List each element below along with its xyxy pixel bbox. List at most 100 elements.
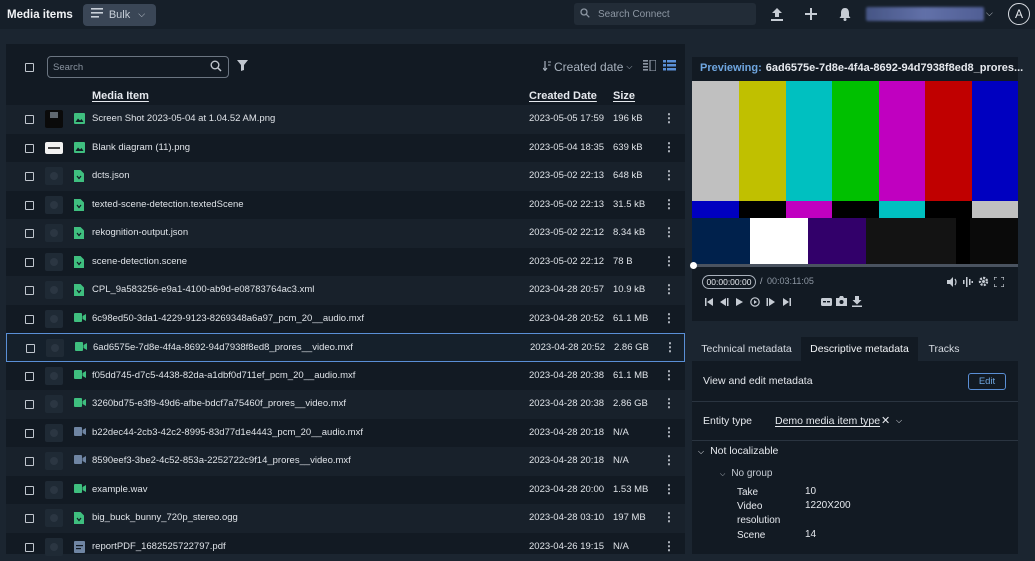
current-timecode[interactable]: 00:00:00:00 [702,275,756,289]
more-options-icon[interactable]: ⋮ [663,482,675,496]
global-search-input[interactable]: Search Connect [574,3,756,25]
more-options-icon[interactable]: ⋮ [664,340,676,354]
row-checkbox[interactable] [25,486,34,495]
table-row[interactable]: dcts.json2023-05-02 22:13648 kB⋮ [6,162,685,191]
column-header-size[interactable]: Size [613,90,635,102]
settings-icon[interactable] [978,276,989,289]
skip-to-start-icon[interactable] [705,298,713,308]
table-row[interactable]: big_buck_bunny_720p_stereo.ogg2023-04-28… [6,504,685,533]
row-checkbox[interactable] [25,144,34,153]
row-checkbox[interactable] [25,372,34,381]
list-search-input[interactable]: Search [47,56,229,78]
bulk-dropdown[interactable]: Bulk ⌵ [83,4,156,26]
skip-to-end-icon[interactable] [783,298,791,308]
fullscreen-icon[interactable] [994,277,1004,289]
audio-waveform-icon[interactable] [963,277,973,289]
more-options-icon[interactable]: ⋮ [663,168,675,182]
media-item-name[interactable]: big_buck_bunny_720p_stereo.ogg [92,512,238,523]
more-options-icon[interactable]: ⋮ [663,111,675,125]
chevron-down-icon[interactable]: ⌵ [986,8,993,19]
select-all-checkbox[interactable] [25,63,34,72]
media-item-name[interactable]: dcts.json [92,170,130,181]
step-back-icon[interactable] [720,298,729,308]
split-view-icon[interactable] [643,60,656,72]
volume-icon[interactable] [947,277,958,289]
row-checkbox[interactable] [25,457,34,466]
download-icon[interactable] [852,296,862,309]
table-row[interactable]: 6ad6575e-7d8e-4f4a-8692-94d7938f8ed8_pro… [6,333,685,362]
avatar[interactable]: A [1008,3,1030,25]
filter-icon[interactable] [237,60,248,74]
row-checkbox[interactable] [25,514,34,523]
more-options-icon[interactable]: ⋮ [663,396,675,410]
table-row[interactable]: reportPDF_1682525722797.pdf2023-04-26 19… [6,533,685,561]
list-view-icon[interactable] [663,60,676,72]
row-checkbox[interactable] [25,201,34,210]
clear-icon[interactable]: ✕ [881,414,890,427]
sort-dropdown[interactable]: Created date ⌵ [543,60,632,74]
table-row[interactable]: f05dd745-d7c5-4438-82da-a1dbf0d711ef_pcm… [6,362,685,391]
table-row[interactable]: rekognition-output.json2023-05-02 22:128… [6,219,685,248]
camera-icon[interactable] [836,296,847,308]
more-options-icon[interactable]: ⋮ [663,425,675,439]
tab-tracks[interactable]: Tracks [918,337,970,361]
group-header[interactable]: ⌵Not localizable [698,445,778,457]
media-item-name[interactable]: rekognition-output.json [92,227,188,238]
chevron-down-icon[interactable]: ⌵ [896,416,902,426]
row-checkbox[interactable] [25,400,34,409]
media-item-name[interactable]: Blank diagram (11).png [92,142,190,153]
loop-play-icon[interactable] [750,297,760,309]
row-checkbox[interactable] [25,258,34,267]
column-header-media-item[interactable]: Media Item [92,90,149,102]
step-forward-icon[interactable] [766,298,775,308]
more-options-icon[interactable]: ⋮ [663,254,675,268]
media-item-name[interactable]: reportPDF_1682525722797.pdf [92,541,226,552]
media-item-name[interactable]: b22dec44-2cb3-42c2-8995-83d77d1e4443_pcm… [92,427,363,438]
media-item-name[interactable]: scene-detection.scene [92,256,187,267]
table-row[interactable]: scene-detection.scene2023-05-02 22:1278 … [6,248,685,277]
more-options-icon[interactable]: ⋮ [663,539,675,553]
table-row[interactable]: Blank diagram (11).png2023-05-04 18:3563… [6,134,685,163]
media-item-name[interactable]: 3260bd75-e3f9-49d6-afbe-bdcf7a75460f_pro… [92,398,346,409]
row-checkbox[interactable] [25,543,34,552]
media-item-name[interactable]: 6c98ed50-3da1-4229-9123-8269348a6a97_pcm… [92,313,364,324]
tab-descriptive-metadata[interactable]: Descriptive metadata [801,337,918,361]
media-item-name[interactable]: Screen Shot 2023-05-04 at 1.04.52 AM.png [92,113,275,124]
media-item-name[interactable]: f05dd745-d7c5-4438-82da-a1dbf0d711ef_pcm… [92,370,355,381]
tab-technical-metadata[interactable]: Technical metadata [692,337,801,361]
column-header-created-date[interactable]: Created Date [529,90,597,102]
row-checkbox[interactable] [25,286,34,295]
edit-button[interactable]: Edit [968,373,1006,390]
user-menu[interactable] [866,7,984,21]
upload-icon[interactable] [767,4,787,24]
media-item-name[interactable]: texted-scene-detection.textedScene [92,199,244,210]
more-options-icon[interactable]: ⋮ [663,197,675,211]
row-checkbox[interactable] [25,429,34,438]
row-checkbox[interactable] [25,172,34,181]
media-item-name[interactable]: example.wav [92,484,147,495]
media-item-name[interactable]: 6ad6575e-7d8e-4f4a-8692-94d7938f8ed8_pro… [93,342,353,353]
table-row[interactable]: CPL_9a583256-e9a1-4100-ab9d-e08783764ac3… [6,276,685,305]
video-player[interactable] [692,81,1018,264]
row-checkbox[interactable] [26,344,35,353]
more-options-icon[interactable]: ⋮ [663,282,675,296]
table-row[interactable]: b22dec44-2cb3-42c2-8995-83d77d1e4443_pcm… [6,419,685,448]
more-options-icon[interactable]: ⋮ [663,510,675,524]
seek-bar[interactable] [692,264,1018,267]
more-options-icon[interactable]: ⋮ [663,453,675,467]
row-checkbox[interactable] [25,115,34,124]
more-options-icon[interactable]: ⋮ [663,368,675,382]
more-options-icon[interactable]: ⋮ [663,140,675,154]
play-icon[interactable] [736,298,743,308]
table-row[interactable]: 3260bd75-e3f9-49d6-afbe-bdcf7a75460f_pro… [6,390,685,419]
media-item-name[interactable]: CPL_9a583256-e9a1-4100-ab9d-e08783764ac3… [92,284,314,295]
more-options-icon[interactable]: ⋮ [663,225,675,239]
row-checkbox[interactable] [25,315,34,324]
media-item-name[interactable]: 8590eef3-3be2-4c52-853a-2252722c9f14_pro… [92,455,351,466]
seek-handle[interactable] [690,262,697,269]
add-icon[interactable] [801,4,821,24]
table-row[interactable]: Screen Shot 2023-05-04 at 1.04.52 AM.png… [6,105,685,134]
captions-icon[interactable] [821,298,832,308]
table-row[interactable]: texted-scene-detection.textedScene2023-0… [6,191,685,220]
subgroup-header[interactable]: ⌵No group [720,468,772,479]
